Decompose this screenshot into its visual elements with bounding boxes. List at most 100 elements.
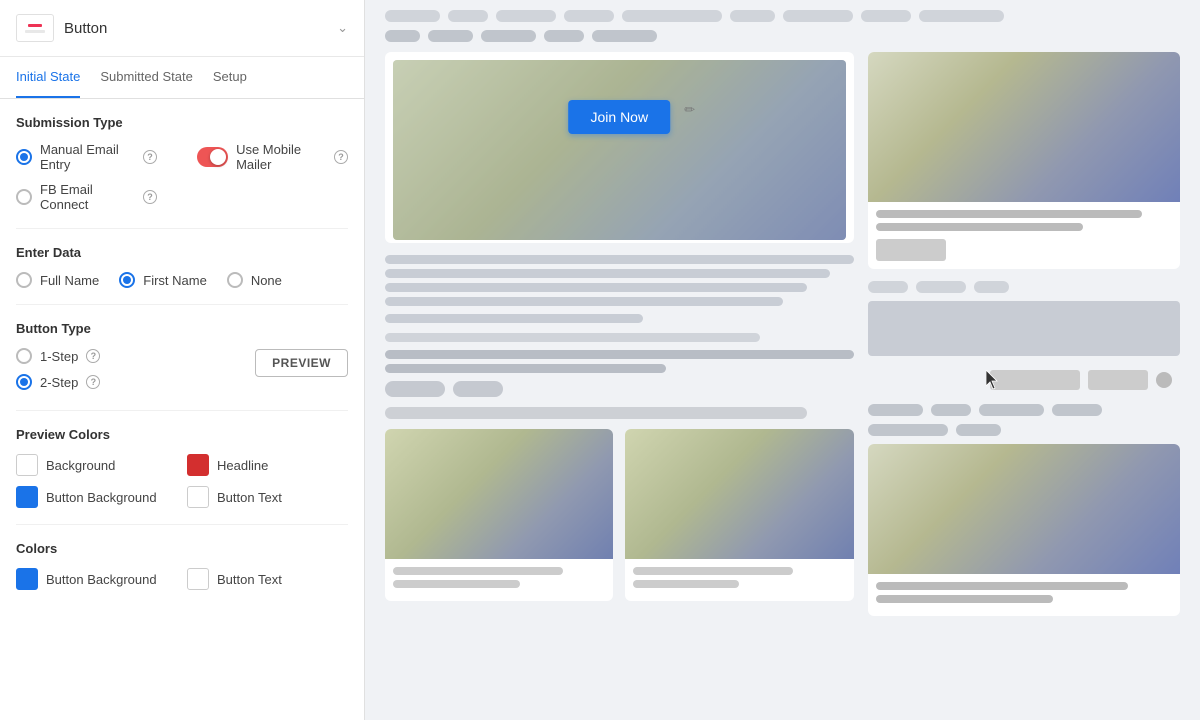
blur-pill bbox=[385, 10, 440, 22]
sidebar-blur-row-1 bbox=[868, 281, 1180, 293]
fb-email-help-icon[interactable]: ? bbox=[143, 190, 157, 204]
blur-pill bbox=[448, 10, 488, 22]
radio-full-name[interactable]: Full Name bbox=[16, 272, 99, 288]
panel-content: Submission Type Manual Email Entry ? FB … bbox=[0, 99, 364, 720]
radio-2step[interactable]: 2-Step ? bbox=[16, 374, 100, 390]
radio-none-input[interactable] bbox=[227, 272, 243, 288]
preview-color-btn-text[interactable]: Button Text bbox=[187, 486, 348, 508]
radio-fb-email[interactable]: FB Email Connect ? bbox=[16, 182, 157, 212]
sidebar-card-2 bbox=[868, 444, 1180, 616]
radio-full-name-input[interactable] bbox=[16, 272, 32, 288]
color-swatch-btn-bg[interactable] bbox=[16, 486, 38, 508]
preview-color-headline[interactable]: Headline bbox=[187, 454, 348, 476]
mobile-mailer-toggle[interactable] bbox=[197, 147, 228, 167]
blur-pill bbox=[453, 381, 503, 397]
sidebar-card-bar bbox=[876, 210, 1143, 218]
color-swatch-btn-text[interactable] bbox=[187, 486, 209, 508]
1step-help-icon[interactable]: ? bbox=[86, 349, 100, 363]
color-swatch-colors-btn-text[interactable] bbox=[187, 568, 209, 590]
blur-pill bbox=[931, 404, 971, 416]
toggle-knob bbox=[210, 149, 226, 165]
tab-submitted-state[interactable]: Submitted State bbox=[100, 57, 193, 98]
radio-manual-email-label: Manual Email Entry bbox=[40, 142, 135, 172]
color-btn-bg[interactable]: Button Background bbox=[16, 568, 177, 590]
tags-row bbox=[385, 381, 854, 397]
blur-pill bbox=[868, 281, 908, 293]
tabs-bar: Initial State Submitted State Setup bbox=[0, 57, 364, 99]
preview-colors-title: Preview Colors bbox=[16, 427, 348, 442]
sidebar-card-bar bbox=[876, 595, 1054, 603]
tab-initial-state[interactable]: Initial State bbox=[16, 57, 80, 98]
right-panel: Join Now ✏ bbox=[365, 0, 1200, 720]
colors-grid: Button Background Button Text bbox=[16, 568, 348, 590]
sidebar-card-btn bbox=[876, 239, 946, 261]
sidebar-card-bar bbox=[876, 582, 1128, 590]
sidebar-card-1 bbox=[868, 52, 1180, 269]
preview-button[interactable]: PREVIEW bbox=[255, 349, 348, 377]
preview-colors-grid: Background Headline Button Background Bu… bbox=[16, 454, 348, 508]
sidebar-card-content-1 bbox=[868, 202, 1180, 269]
top-blur-section bbox=[385, 10, 1180, 42]
bottom-btn-1[interactable] bbox=[990, 370, 1080, 390]
color-swatch-headline[interactable] bbox=[187, 454, 209, 476]
radio-manual-email-input[interactable] bbox=[16, 149, 32, 165]
2step-help-icon[interactable]: ? bbox=[86, 375, 100, 389]
color-btn-text[interactable]: Button Text bbox=[187, 568, 348, 590]
manual-email-help-icon[interactable]: ? bbox=[143, 150, 157, 164]
submission-type-title: Submission Type bbox=[16, 115, 348, 130]
radio-1step-input[interactable] bbox=[16, 348, 32, 364]
side-card-content-left bbox=[385, 559, 613, 601]
blur-pill bbox=[496, 10, 556, 22]
divider-4 bbox=[16, 524, 348, 525]
preview-color-bg[interactable]: Background bbox=[16, 454, 177, 476]
blur-line bbox=[385, 350, 854, 359]
divider-1 bbox=[16, 228, 348, 229]
blur-pill bbox=[730, 10, 775, 22]
mobile-mailer-help-icon[interactable]: ? bbox=[334, 150, 348, 164]
bottom-icon[interactable] bbox=[1156, 372, 1172, 388]
left-panel: Button ⌄ Initial State Submitted State S… bbox=[0, 0, 365, 720]
radio-2step-input[interactable] bbox=[16, 374, 32, 390]
preview-color-btn-bg[interactable]: Button Background bbox=[16, 486, 177, 508]
bottom-card-grid bbox=[385, 429, 854, 601]
sidebar-blur-row-2 bbox=[868, 404, 1180, 436]
top-blur-row-2 bbox=[385, 30, 1180, 42]
blur-pill bbox=[592, 30, 657, 42]
top-blur-row-1 bbox=[385, 10, 1180, 22]
color-swatch-colors-btn-bg[interactable] bbox=[16, 568, 38, 590]
blur-line bbox=[385, 297, 783, 306]
color-swatch-bg[interactable] bbox=[16, 454, 38, 476]
button-type-options: 1-Step ? 2-Step ? bbox=[16, 348, 100, 390]
radio-fb-email-input[interactable] bbox=[16, 189, 32, 205]
submission-type-row: Manual Email Entry ? FB Email Connect ? … bbox=[16, 142, 348, 212]
radio-manual-email[interactable]: Manual Email Entry ? bbox=[16, 142, 157, 172]
radio-none[interactable]: None bbox=[227, 272, 282, 288]
blur-pill bbox=[481, 30, 536, 42]
main-left-area: Join Now ✏ bbox=[385, 52, 854, 616]
panel-chevron-icon[interactable]: ⌄ bbox=[337, 20, 348, 36]
edit-pencil-icon[interactable]: ✏ bbox=[684, 102, 704, 122]
radio-first-name-label: First Name bbox=[143, 273, 207, 288]
sidebar-card-content-2 bbox=[868, 574, 1180, 616]
join-button-container: Join Now bbox=[569, 100, 671, 134]
radio-first-name[interactable]: First Name bbox=[119, 272, 207, 288]
blur-pill bbox=[916, 281, 966, 293]
radio-1step[interactable]: 1-Step ? bbox=[16, 348, 100, 364]
blur-pill bbox=[385, 381, 445, 397]
enter-data-title: Enter Data bbox=[16, 245, 348, 260]
text-block-2 bbox=[385, 350, 854, 373]
icon-bar-accent bbox=[28, 24, 42, 27]
blur-pill bbox=[1052, 404, 1102, 416]
radio-first-name-input[interactable] bbox=[119, 272, 135, 288]
radio-full-name-label: Full Name bbox=[40, 273, 99, 288]
sidebar-card-image-1 bbox=[868, 52, 1180, 202]
icon-bar bbox=[25, 30, 45, 33]
join-now-button[interactable]: Join Now bbox=[569, 100, 671, 134]
side-card-bar bbox=[393, 567, 563, 575]
bottom-btn-2[interactable] bbox=[1088, 370, 1148, 390]
main-image-area: Join Now ✏ bbox=[393, 60, 846, 235]
blur-pill bbox=[385, 30, 420, 42]
blur-pill bbox=[868, 404, 923, 416]
preview-color-bg-label: Background bbox=[46, 458, 115, 473]
tab-setup[interactable]: Setup bbox=[213, 57, 247, 98]
